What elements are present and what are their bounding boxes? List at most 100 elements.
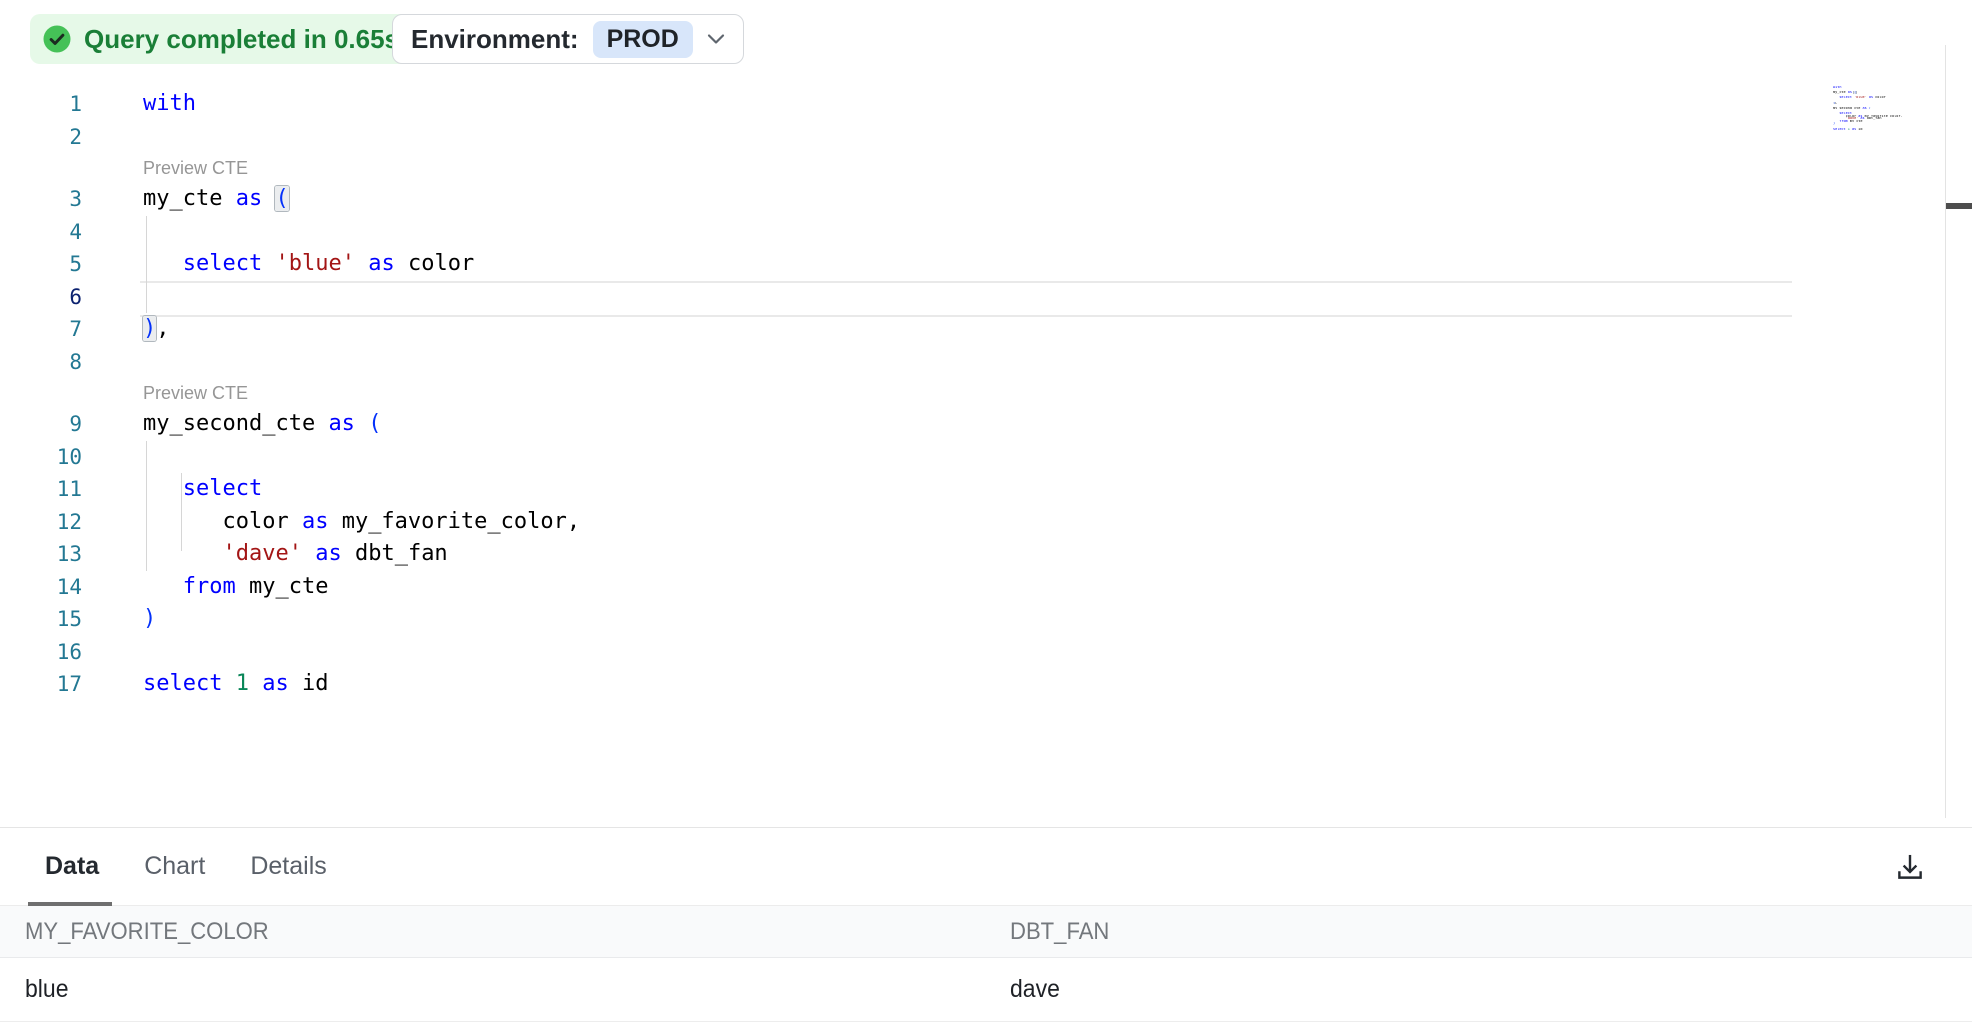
code-token: my_cte bbox=[143, 186, 236, 211]
line-number: 14 bbox=[0, 571, 82, 604]
code-token: 'blue' bbox=[1854, 96, 1867, 99]
code-line-5[interactable]: 5 select 'blue' as color bbox=[0, 248, 1945, 281]
code-lens-row: Preview CTE bbox=[0, 153, 1945, 183]
code-line-16[interactable]: 16 bbox=[0, 636, 1945, 669]
code-token bbox=[262, 251, 275, 276]
code-token: ) bbox=[1833, 122, 1835, 125]
code-line-14[interactable]: 14 from my_cte bbox=[0, 571, 1945, 604]
environment-select[interactable]: Environment: PROD bbox=[392, 14, 744, 64]
code-token: 'dave' bbox=[222, 541, 301, 566]
code-token: from bbox=[1839, 120, 1847, 123]
code-line-6[interactable]: 6 bbox=[0, 281, 1945, 314]
code-token: select bbox=[1833, 128, 1846, 131]
code-token: dbt_fan bbox=[342, 541, 448, 566]
code-token: , bbox=[1835, 102, 1837, 105]
line-number: 17 bbox=[0, 668, 82, 701]
code-token: as bbox=[262, 671, 289, 696]
line-number: 8 bbox=[0, 346, 82, 379]
line-number: 9 bbox=[0, 408, 82, 441]
code-token: with bbox=[1833, 86, 1841, 89]
code-token: ) bbox=[143, 606, 156, 631]
code-token bbox=[355, 411, 368, 436]
line-number: 16 bbox=[0, 636, 82, 669]
editor-right-border bbox=[1945, 45, 1946, 818]
code-token bbox=[249, 671, 262, 696]
code-line-8[interactable]: 8 bbox=[0, 346, 1945, 379]
code-token: my_second_cte bbox=[143, 411, 328, 436]
code-token: as bbox=[328, 411, 355, 436]
code-line-4[interactable]: 4 bbox=[0, 216, 1945, 249]
code-token: ( bbox=[275, 186, 288, 211]
code-token: my_cte bbox=[236, 574, 329, 599]
code-token: my_second_cte bbox=[1833, 107, 1863, 110]
code-token: as bbox=[368, 251, 395, 276]
minimap-line: select 1 as id bbox=[1833, 128, 1913, 131]
line-number: 13 bbox=[0, 538, 82, 571]
code-token: ( bbox=[368, 411, 381, 436]
chevron-down-icon bbox=[707, 33, 725, 45]
download-results-button[interactable] bbox=[1888, 846, 1932, 888]
code-token: select bbox=[1839, 96, 1852, 99]
code-line-15[interactable]: 15) bbox=[0, 603, 1945, 636]
line-number: 15 bbox=[0, 603, 82, 636]
environment-value-badge: PROD bbox=[593, 21, 693, 58]
line-number: 10 bbox=[0, 441, 82, 474]
code-token: 1 bbox=[236, 671, 249, 696]
code-token: with bbox=[143, 91, 196, 116]
code-line-11[interactable]: 11 select bbox=[0, 473, 1945, 506]
tab-chart[interactable]: Chart bbox=[144, 852, 205, 881]
code-token: select bbox=[183, 476, 262, 501]
table-row: blue dave bbox=[0, 958, 1972, 1022]
code-line-7[interactable]: 7), bbox=[0, 313, 1945, 346]
code-token: color bbox=[143, 509, 302, 534]
code-token: dbt_fan bbox=[1865, 117, 1882, 120]
code-token: select bbox=[183, 251, 262, 276]
cell-my-favorite-color: blue bbox=[0, 975, 985, 1004]
line-number: 3 bbox=[0, 183, 82, 216]
gutter bbox=[0, 153, 82, 183]
column-header-dbt-fan: DBT_FAN bbox=[985, 918, 1972, 946]
code-line-1[interactable]: 1 with bbox=[0, 88, 1945, 121]
code-line-17[interactable]: 17 select 1 as id bbox=[0, 668, 1945, 701]
line-number: 2 bbox=[0, 121, 82, 154]
preview-cte-link[interactable]: Preview CTE bbox=[143, 153, 248, 183]
code-token: color bbox=[1873, 96, 1886, 99]
tab-data[interactable]: Data bbox=[45, 852, 99, 881]
code-token: , bbox=[156, 316, 169, 341]
column-header-my-favorite-color: MY_FAVORITE_COLOR bbox=[0, 918, 985, 946]
code-token: 'blue' bbox=[275, 251, 354, 276]
sql-editor[interactable]: 1 with 2 Preview CTE 3 my_cte as (45 select '… bbox=[0, 88, 1945, 701]
code-token bbox=[143, 251, 183, 276]
cell-dbt-fan: dave bbox=[985, 975, 1972, 1004]
preview-cte-link[interactable]: Preview CTE bbox=[143, 378, 248, 408]
code-lens-row: Preview CTE bbox=[0, 378, 1945, 408]
code-token: as bbox=[302, 509, 329, 534]
code-token: color bbox=[395, 251, 474, 276]
scrollbar-thumb[interactable] bbox=[1946, 203, 1972, 209]
code-token: id bbox=[289, 671, 329, 696]
code-line-12[interactable]: 12 color as my_favorite_color, bbox=[0, 506, 1945, 539]
code-token: my_cte bbox=[1833, 91, 1848, 94]
code-token: as bbox=[236, 186, 263, 211]
code-token: from bbox=[183, 574, 236, 599]
results-table: MY_FAVORITE_COLOR DBT_FAN blue dave bbox=[0, 906, 1972, 1022]
code-line-10[interactable]: 10 bbox=[0, 441, 1945, 474]
line-number: 1 bbox=[0, 88, 82, 121]
code-token bbox=[262, 186, 275, 211]
gutter bbox=[0, 378, 82, 408]
minimap[interactable]: withmy_cte as ( select 'blue' as color),… bbox=[1833, 86, 1913, 130]
code-token: select bbox=[143, 671, 222, 696]
environment-label: Environment: bbox=[411, 24, 579, 55]
line-number: 12 bbox=[0, 506, 82, 539]
indent-guide bbox=[146, 441, 147, 571]
success-check-icon bbox=[42, 24, 72, 54]
code-line-9[interactable]: 9 my_second_cte as ( bbox=[0, 408, 1945, 441]
code-token: ( bbox=[1869, 107, 1871, 110]
code-token: id bbox=[1856, 128, 1862, 131]
code-line-2[interactable]: 2 bbox=[0, 121, 1945, 154]
tab-details[interactable]: Details bbox=[250, 852, 326, 881]
code-line-3[interactable]: 3 my_cte as ( bbox=[0, 183, 1945, 216]
code-line-13[interactable]: 13 'dave' as dbt_fan bbox=[0, 538, 1945, 571]
download-icon bbox=[1893, 850, 1927, 884]
results-table-header: MY_FAVORITE_COLOR DBT_FAN bbox=[0, 906, 1972, 958]
